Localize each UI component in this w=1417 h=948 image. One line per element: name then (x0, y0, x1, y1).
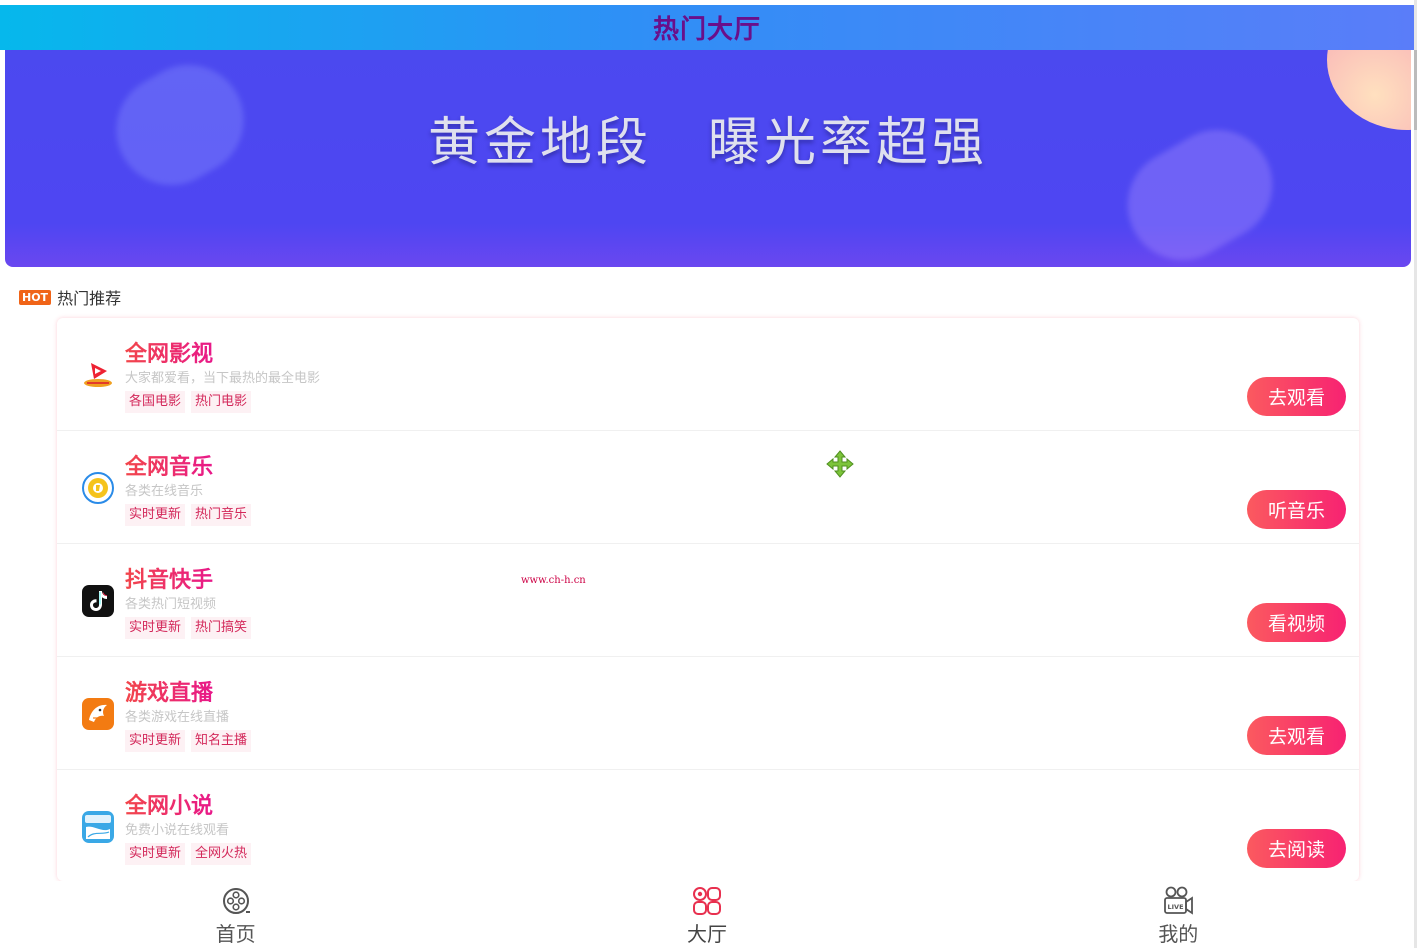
watermark-text: www.ch-h.cn (521, 575, 586, 586)
section-title: 热门推荐 (57, 289, 122, 308)
item-description: 各类热门短视频 (125, 597, 217, 612)
tag: 实时更新 (125, 617, 186, 639)
tab-label: 大厅 (686, 922, 727, 946)
item-tags: 实时更新 知名主播 (125, 730, 252, 752)
tag: 知名主播 (191, 730, 252, 752)
tag: 实时更新 (125, 843, 186, 865)
tag: 实时更新 (125, 730, 186, 752)
item-description: 大家都爱看，当下最热的最全电影 (125, 371, 321, 386)
tab-label: 首页 (215, 922, 256, 946)
video-play-icon (82, 359, 114, 391)
page-title: 热门大厅 (652, 15, 761, 45)
list-item[interactable]: 抖音快手 各类热门短视频 实时更新 热门搞笑 看视频 (57, 544, 1359, 657)
tiktok-icon (82, 585, 114, 617)
listen-music-button[interactable]: 听音乐 (1247, 490, 1346, 529)
tag: 各国电影 (125, 391, 186, 413)
watch-video-button[interactable]: 看视频 (1247, 603, 1346, 642)
section-header: HOT 热门推荐 (19, 285, 121, 309)
item-title: 全网音乐 (125, 449, 213, 481)
tag: 全网火热 (191, 843, 252, 865)
item-tags: 实时更新 热门音乐 (125, 504, 252, 526)
live-camera-icon: LIVE (1162, 885, 1194, 917)
hot-badge: HOT (19, 289, 52, 305)
list-item[interactable]: 游戏直播 各类游戏在线直播 实时更新 知名主播 去观看 (57, 657, 1359, 770)
tag: 热门电影 (191, 391, 252, 413)
list-item[interactable]: 全网影视 大家都爱看，当下最热的最全电影 各国电影 热门电影 去观看 (57, 318, 1359, 431)
tab-home[interactable]: 首页 (0, 881, 471, 948)
item-description: 免费小说在线观看 (125, 823, 230, 838)
list-item[interactable]: 全网小说 免费小说在线观看 实时更新 全网火热 去阅读 (57, 770, 1359, 881)
list-item[interactable]: 全网音乐 各类在线音乐 实时更新 热门音乐 听音乐 (57, 431, 1359, 544)
page: 热门大厅 黄金地段 曝光率超强 HOT 热门推荐 全网影视 大家都爱看，当下最热… (0, 0, 1417, 948)
shark-icon (82, 698, 114, 730)
read-button[interactable]: 去阅读 (1247, 829, 1346, 868)
novel-book-icon (82, 811, 114, 843)
move-cursor-icon (826, 450, 854, 478)
item-description: 各类在线音乐 (125, 484, 204, 499)
item-title: 游戏直播 (125, 675, 213, 707)
item-title: 抖音快手 (125, 562, 213, 594)
tag: 热门搞笑 (191, 617, 252, 639)
item-title: 全网小说 (125, 788, 213, 820)
recommend-list: 全网影视 大家都爱看，当下最热的最全电影 各国电影 热门电影 去观看 全网音乐 … (57, 318, 1359, 881)
item-tags: 各国电影 热门电影 (125, 391, 252, 413)
film-reel-icon (220, 885, 252, 917)
watch-button[interactable]: 去观看 (1247, 377, 1346, 416)
watch-live-button[interactable]: 去观看 (1247, 716, 1346, 755)
tag: 热门音乐 (191, 504, 252, 526)
banner-text: 黄金地段 曝光率超强 (427, 113, 988, 173)
item-title: 全网影视 (125, 336, 213, 368)
music-disc-icon (82, 472, 114, 504)
promo-banner[interactable]: 黄金地段 曝光率超强 (5, 50, 1411, 267)
top-header: 热门大厅 (0, 5, 1414, 50)
item-tags: 实时更新 热门搞笑 (125, 617, 252, 639)
tag: 实时更新 (125, 504, 186, 526)
item-description: 各类游戏在线直播 (125, 710, 230, 725)
svg-text:LIVE: LIVE (1168, 903, 1184, 911)
tab-hall[interactable]: 大厅 (471, 881, 942, 948)
grid-icon (691, 885, 723, 917)
bottom-tab-bar: 首页 大厅 LIVE 我的 (0, 881, 1414, 948)
tab-mine[interactable]: LIVE 我的 (943, 881, 1414, 948)
tab-label: 我的 (1158, 922, 1199, 946)
item-tags: 实时更新 全网火热 (125, 843, 252, 865)
